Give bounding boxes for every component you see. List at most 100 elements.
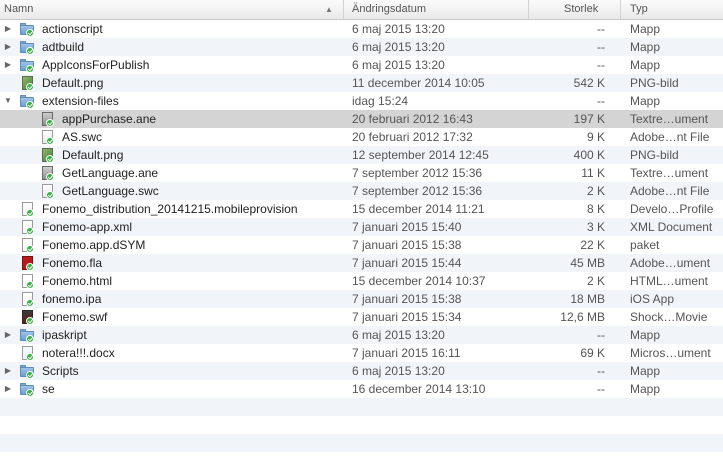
folder-icon xyxy=(20,382,34,397)
sync-check-icon xyxy=(26,299,34,307)
file-row[interactable]: Default.png 11 december 2014 10:05 542 K PN… xyxy=(0,74,723,92)
docx-file-icon xyxy=(20,346,34,361)
folder-icon xyxy=(20,328,34,343)
ane-file-icon xyxy=(40,112,54,127)
sync-check-icon xyxy=(26,29,34,37)
image-file-icon xyxy=(20,76,34,91)
file-row[interactable]: AS.swc 20 februari 2012 17:32 9 K Adobe…nt … xyxy=(0,128,723,146)
file-size: 12,6 MB xyxy=(560,310,605,324)
file-kind: Mapp xyxy=(630,382,661,396)
file-size: 3 K xyxy=(586,220,605,234)
file-name: appPurchase.ane xyxy=(62,112,157,126)
file-size: -- xyxy=(597,58,605,72)
file-row[interactable]: ▶ ipaskript 6 maj 2015 13:20 -- Mapp xyxy=(0,326,723,344)
disclosure-collapsed-icon[interactable]: ▶ xyxy=(2,362,14,380)
file-row[interactable]: Fonemo-app.xml 7 januari 2015 15:40 3 K XML… xyxy=(0,218,723,236)
empty-row xyxy=(0,452,723,470)
disclosure-collapsed-icon[interactable]: ▶ xyxy=(2,380,14,398)
file-name: Scripts xyxy=(42,364,79,378)
file-size: 8 K xyxy=(586,202,605,216)
disclosure-collapsed-icon[interactable]: ▶ xyxy=(2,56,14,74)
file-row[interactable]: GetLanguage.ane 7 september 2012 15:36 11 … xyxy=(0,164,723,182)
file-row[interactable]: ▶ actionscript 6 maj 2015 13:20 -- Mapp xyxy=(0,20,723,38)
file-kind: Mapp xyxy=(630,40,661,54)
file-name: GetLanguage.swc xyxy=(62,184,159,198)
file-row[interactable]: ▼ extension-files idag 15:24 -- Mapp xyxy=(0,92,723,110)
sync-check-icon xyxy=(26,101,34,109)
xml-file-icon xyxy=(20,220,34,235)
disclosure-collapsed-icon[interactable]: ▶ xyxy=(2,326,14,344)
file-row[interactable]: notera!!!.docx 7 januari 2015 16:11 69 K Mi… xyxy=(0,344,723,362)
file-row[interactable]: Fonemo_distribution_20141215.mobileprovi… xyxy=(0,200,723,218)
file-name: extension-files xyxy=(42,94,119,108)
disclosure-expanded-icon[interactable]: ▼ xyxy=(2,92,14,110)
file-kind: PNG-bild xyxy=(630,76,679,90)
file-row[interactable]: ▶ Scripts 6 maj 2015 13:20 -- Mapp xyxy=(0,362,723,380)
file-row[interactable]: ▶ adtbuild 6 maj 2015 13:20 -- Mapp xyxy=(0,38,723,56)
file-row[interactable]: ▶ se 16 december 2014 13:10 -- Mapp xyxy=(0,380,723,398)
file-name: Default.png xyxy=(62,148,124,162)
file-row[interactable]: Fonemo.html 15 december 2014 10:37 2 K HTML… xyxy=(0,272,723,290)
file-date: 7 januari 2015 15:34 xyxy=(352,310,462,324)
file-date: 15 december 2014 11:21 xyxy=(352,202,485,216)
file-name: actionscript xyxy=(42,22,103,36)
column-divider[interactable] xyxy=(620,0,621,19)
disclosure-collapsed-icon[interactable]: ▶ xyxy=(2,20,14,38)
file-row[interactable]: fonemo.ipa 7 januari 2015 15:38 18 MB iOS A… xyxy=(0,290,723,308)
finder-list-view: Namn ▲ Ändringsdatum Storlek Typ ▶ action… xyxy=(0,0,723,466)
file-date: 6 maj 2015 13:20 xyxy=(352,58,445,72)
file-date: 7 januari 2015 16:11 xyxy=(352,346,461,360)
column-header-date[interactable]: Ändringsdatum xyxy=(352,0,426,19)
column-header-bar: Namn ▲ Ändringsdatum Storlek Typ xyxy=(0,0,723,20)
sync-check-icon xyxy=(26,281,34,289)
file-size: 542 K xyxy=(573,76,605,90)
file-size: 22 K xyxy=(580,238,605,252)
sort-ascending-icon: ▲ xyxy=(325,5,333,14)
file-kind: Adobe…ument xyxy=(630,256,711,270)
package-file-icon xyxy=(20,238,34,253)
column-header-name[interactable]: Namn xyxy=(4,0,33,19)
column-divider[interactable] xyxy=(528,0,529,19)
column-divider[interactable] xyxy=(343,0,344,19)
file-row[interactable]: ▶ AppIconsForPublish 6 maj 2015 13:20 -- Map… xyxy=(0,56,723,74)
file-row[interactable]: Default.png 12 september 2014 12:45 400 K P… xyxy=(0,146,723,164)
file-date: 15 december 2014 10:37 xyxy=(352,274,486,288)
file-row[interactable]: Fonemo.fla 7 januari 2015 15:44 45 MB Adobe… xyxy=(0,254,723,272)
empty-row xyxy=(0,416,723,434)
disclosure-collapsed-icon[interactable]: ▶ xyxy=(2,38,14,56)
html-file-icon xyxy=(20,274,34,289)
file-row[interactable]: Fonemo.app.dSYM 7 januari 2015 15:38 22 K p… xyxy=(0,236,723,254)
sync-check-icon xyxy=(26,389,34,397)
file-name: Fonemo_distribution_20141215.mobileprovi… xyxy=(42,202,298,216)
file-name: AppIconsForPublish xyxy=(42,58,150,72)
column-header-kind[interactable]: Typ xyxy=(630,0,648,19)
file-size: -- xyxy=(597,328,605,342)
sync-check-icon xyxy=(26,83,34,91)
file-size: 69 K xyxy=(580,346,605,360)
sync-check-icon xyxy=(26,317,34,325)
file-size: 11 K xyxy=(581,166,605,180)
file-list: ▶ actionscript 6 maj 2015 13:20 -- Mapp ▶ adtb… xyxy=(0,20,723,470)
file-kind: PNG-bild xyxy=(630,148,679,162)
file-row[interactable]: GetLanguage.swc 7 september 2012 15:36 2 K… xyxy=(0,182,723,200)
file-kind: Mapp xyxy=(630,22,661,36)
file-size: 9 K xyxy=(586,130,605,144)
file-kind: Textre…ument xyxy=(630,166,709,180)
file-name: se xyxy=(42,382,55,396)
file-size: 197 K xyxy=(573,112,605,126)
sync-check-icon xyxy=(26,353,34,361)
file-date: 6 maj 2015 13:20 xyxy=(352,364,445,378)
column-header-size[interactable]: Storlek xyxy=(564,0,598,19)
provision-file-icon xyxy=(20,202,34,217)
file-size: -- xyxy=(597,364,605,378)
file-size: 400 K xyxy=(573,148,605,162)
swc-file-icon xyxy=(40,184,54,199)
image-file-icon xyxy=(40,148,54,163)
file-size: 18 MB xyxy=(570,292,605,306)
file-row[interactable]: Fonemo.swf 7 januari 2015 15:34 12,6 MB Sho… xyxy=(0,308,723,326)
file-row[interactable]: appPurchase.ane 20 februari 2012 16:43 197… xyxy=(0,110,723,128)
file-name: GetLanguage.ane xyxy=(62,166,159,180)
sync-check-icon xyxy=(26,65,34,73)
sync-check-icon xyxy=(46,137,54,145)
file-size: 45 MB xyxy=(570,256,605,270)
